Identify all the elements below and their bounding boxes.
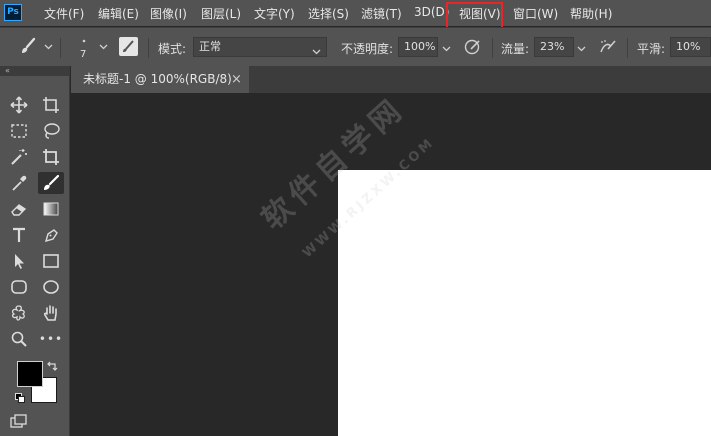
- menu-file[interactable]: 文件(F): [44, 5, 84, 22]
- tools-panel: •••: [0, 76, 70, 436]
- menu-select[interactable]: 选择(S): [308, 5, 349, 22]
- ellipse-tool-icon[interactable]: [38, 276, 64, 298]
- swap-colors-icon[interactable]: [46, 360, 58, 375]
- airbrush-icon[interactable]: [598, 38, 618, 59]
- artboard-tool-icon[interactable]: [38, 94, 64, 116]
- opacity-label: 不透明度:: [341, 42, 394, 56]
- more-tools-icon[interactable]: •••: [38, 328, 64, 350]
- document-tab[interactable]: 未标题-1 @ 100%(RGB/8) ×: [71, 66, 249, 93]
- screen-mode-icon[interactable]: [10, 414, 28, 433]
- menu-image[interactable]: 图像(I): [150, 5, 187, 22]
- panel-collapse-strip[interactable]: «: [0, 66, 70, 76]
- eyedropper-tool-icon[interactable]: [6, 172, 32, 194]
- lasso-tool-icon[interactable]: [38, 120, 64, 142]
- marquee-tool-icon[interactable]: [6, 120, 32, 142]
- zoom-tool-icon[interactable]: [6, 328, 32, 350]
- type-tool-icon[interactable]: [6, 224, 32, 246]
- pen-tool-icon[interactable]: [38, 224, 64, 246]
- magic-wand-tool-icon[interactable]: [6, 146, 32, 168]
- crop-tool-icon[interactable]: [38, 146, 64, 168]
- close-icon[interactable]: ×: [231, 66, 242, 93]
- mode-label: 模式:: [158, 42, 187, 56]
- menu-filter[interactable]: 滤镜(T): [361, 5, 402, 22]
- flow-label: 流量:: [501, 42, 530, 56]
- move-tool-icon[interactable]: [6, 94, 32, 116]
- chevron-down-icon: [312, 44, 321, 62]
- menu-type[interactable]: 文字(Y): [254, 5, 295, 22]
- document-tab-strip: 未标题-1 @ 100%(RGB/8) ×: [71, 66, 711, 93]
- smoothing-value: 10%: [676, 40, 701, 53]
- brush-size-chevron-icon[interactable]: [99, 42, 108, 53]
- brush-tip-preview-icon[interactable]: [80, 34, 90, 44]
- opacity-chevron-icon[interactable]: [442, 44, 451, 55]
- smoothing-input[interactable]: 10%: [670, 37, 711, 57]
- brush-preset-icon[interactable]: [19, 37, 37, 58]
- eraser-tool-icon[interactable]: [6, 198, 32, 220]
- rectangle-tool-icon[interactable]: [38, 250, 64, 272]
- foreground-color-swatch[interactable]: [17, 361, 43, 387]
- menu-3d[interactable]: 3D(D): [414, 5, 449, 19]
- default-colors-icon[interactable]: [15, 392, 25, 406]
- menu-layer[interactable]: 图层(L): [201, 5, 241, 22]
- flow-chevron-icon[interactable]: [577, 44, 586, 55]
- flow-input[interactable]: 23%: [534, 37, 574, 57]
- highlight-box: [446, 2, 503, 29]
- flow-value: 23%: [540, 40, 565, 53]
- rounded-rectangle-tool-icon[interactable]: [6, 276, 32, 298]
- options-bar: 7 模式: 正常 不透明度: 100% 流量: 23% 平滑: 10%: [0, 27, 711, 66]
- hand-tool-icon[interactable]: [38, 302, 64, 324]
- pressure-opacity-icon[interactable]: [463, 38, 483, 59]
- mode-value: 正常: [199, 40, 221, 53]
- menu-help[interactable]: 帮助(H): [570, 5, 612, 22]
- menu-edit[interactable]: 编辑(E): [98, 5, 139, 22]
- path-selection-tool-icon[interactable]: [6, 250, 32, 272]
- collapse-icon: «: [5, 66, 10, 75]
- menu-bar: Ps 文件(F) 编辑(E) 图像(I) 图层(L) 文字(Y) 选择(S) 滤…: [0, 0, 711, 26]
- document-canvas[interactable]: [338, 170, 711, 436]
- chevron-down-icon[interactable]: [44, 42, 53, 53]
- smoothing-label: 平滑:: [637, 42, 666, 56]
- brush-settings-panel-icon[interactable]: [119, 37, 138, 56]
- gradient-tool-icon[interactable]: [38, 198, 64, 220]
- opacity-input[interactable]: 100%: [398, 37, 438, 57]
- brush-tool-icon[interactable]: [38, 172, 64, 194]
- mode-select[interactable]: 正常: [193, 37, 327, 57]
- brush-size-value: 7: [80, 49, 87, 60]
- document-tab-title: 未标题-1 @ 100%(RGB/8): [83, 72, 232, 86]
- custom-shape-tool-icon[interactable]: [6, 302, 32, 324]
- photoshop-logo: Ps: [4, 4, 22, 21]
- opacity-value: 100%: [404, 40, 436, 53]
- menu-window[interactable]: 窗口(W): [513, 5, 558, 22]
